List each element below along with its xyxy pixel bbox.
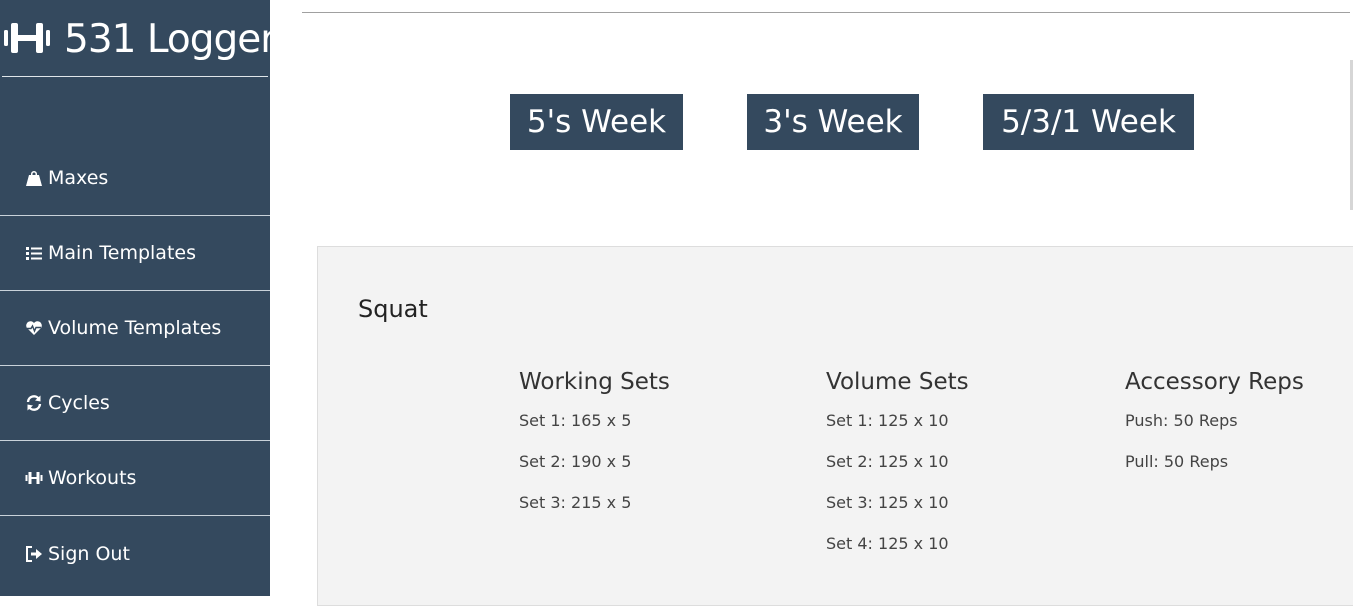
sidebar-item-label: Cycles bbox=[48, 392, 110, 414]
week-button-3s[interactable]: 3's Week bbox=[747, 94, 919, 150]
sidebar-item-label: Main Templates bbox=[48, 242, 196, 264]
weight-icon bbox=[24, 168, 44, 188]
accessory-reps-column: Accessory Reps Push: 50 Reps Pull: 50 Re… bbox=[1125, 369, 1304, 492]
sign-out-icon bbox=[24, 544, 44, 564]
accessory-reps-heading: Accessory Reps bbox=[1125, 369, 1304, 395]
sidebar-item-cycles[interactable]: Cycles bbox=[0, 366, 270, 441]
week-button-5s[interactable]: 5's Week bbox=[510, 94, 683, 150]
list-item: Push: 50 Reps bbox=[1125, 411, 1238, 430]
sidebar: 531 Logger Maxes Main Templates Volume T… bbox=[0, 0, 276, 596]
app-title: 531 Logger bbox=[64, 16, 276, 62]
list-item: Pull: 50 Reps bbox=[1125, 452, 1229, 471]
sidebar-item-label: Workouts bbox=[48, 467, 137, 489]
list-icon bbox=[24, 243, 44, 263]
list-item: Set 1: 165 x 5 bbox=[519, 411, 632, 430]
sidebar-item-label: Volume Templates bbox=[48, 317, 222, 339]
week-button-531[interactable]: 5/3/1 Week bbox=[983, 94, 1194, 150]
heartbeat-icon bbox=[24, 318, 44, 338]
lift-panel: Squat Working Sets Set 1: 165 x 5 Set 2:… bbox=[317, 246, 1353, 606]
list-item: Set 2: 190 x 5 bbox=[519, 452, 632, 471]
volume-sets-column: Volume Sets Set 1: 125 x 10 Set 2: 125 x… bbox=[826, 369, 969, 574]
lift-title: Squat bbox=[358, 295, 428, 323]
sidebar-item-main-templates[interactable]: Main Templates bbox=[0, 216, 270, 291]
dumbbell-icon bbox=[24, 468, 44, 488]
sidebar-nav: Maxes Main Templates Volume Templates Cy… bbox=[0, 141, 270, 591]
list-item: Set 1: 125 x 10 bbox=[826, 411, 949, 430]
refresh-icon bbox=[24, 393, 44, 413]
sidebar-item-maxes[interactable]: Maxes bbox=[0, 141, 270, 216]
brand[interactable]: 531 Logger bbox=[2, 0, 276, 77]
sidebar-item-volume-templates[interactable]: Volume Templates bbox=[0, 291, 270, 366]
volume-sets-heading: Volume Sets bbox=[826, 369, 969, 395]
divider bbox=[302, 12, 1350, 13]
working-sets-heading: Working Sets bbox=[519, 369, 670, 395]
sidebar-item-sign-out[interactable]: Sign Out bbox=[0, 516, 270, 591]
list-item: Set 2: 125 x 10 bbox=[826, 452, 949, 471]
sidebar-item-label: Sign Out bbox=[48, 542, 130, 565]
sidebar-item-workouts[interactable]: Workouts bbox=[0, 441, 270, 516]
list-item: Set 3: 125 x 10 bbox=[826, 493, 949, 512]
sidebar-item-label: Maxes bbox=[48, 167, 109, 189]
list-item: Set 3: 215 x 5 bbox=[519, 493, 632, 512]
list-item: Set 4: 125 x 10 bbox=[826, 534, 949, 553]
working-sets-column: Working Sets Set 1: 165 x 5 Set 2: 190 x… bbox=[519, 369, 670, 533]
dumbbell-icon bbox=[4, 20, 56, 56]
